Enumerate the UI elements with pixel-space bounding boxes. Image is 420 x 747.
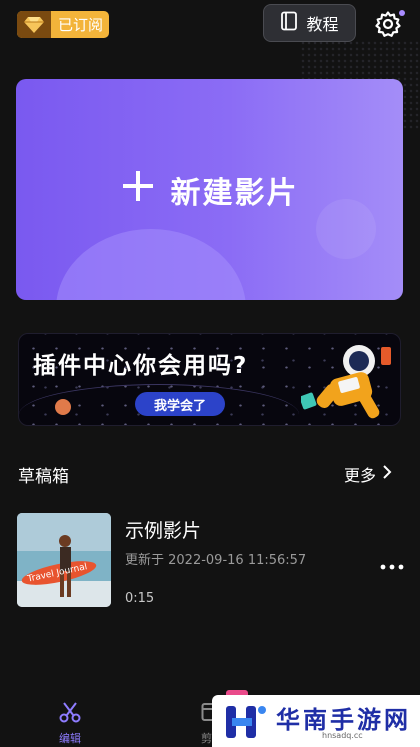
scissors-icon: [58, 702, 82, 728]
tutorial-label: 教程: [306, 15, 339, 34]
vip-badge[interactable]: 已订阅: [17, 11, 109, 38]
vip-label: 已订阅: [58, 16, 104, 34]
more-label: 更多: [344, 466, 377, 485]
tab-edit-label: 编辑: [59, 732, 81, 745]
tutorial-button[interactable]: 教程: [263, 4, 356, 42]
tab-edit[interactable]: 编辑: [48, 700, 92, 745]
draft-duration: 0:15: [125, 591, 155, 606]
planet-icon: [55, 399, 71, 415]
chevron-right-icon: [382, 464, 392, 484]
learned-button[interactable]: 我学会了: [135, 392, 225, 416]
card-decoration: [56, 229, 246, 300]
notification-dot: [399, 10, 405, 16]
diamond-icon: [17, 11, 51, 38]
draft-thumbnail: Travel Journal: [17, 513, 111, 607]
new-project-label-group: 新建影片: [121, 168, 299, 212]
site-logo-icon: [224, 702, 268, 740]
astronaut-illustration: [299, 339, 396, 425]
gear-icon[interactable]: [374, 10, 402, 38]
draft-updated-time: 更新于 2022-09-16 11:56:57: [125, 553, 307, 568]
more-drafts-link[interactable]: 更多: [344, 462, 392, 486]
draft-list-item[interactable]: Travel Journal 示例影片 更新于 2022-09-16 11:56…: [17, 513, 407, 608]
watermark: 华南手游网 hnsadq.cc: [212, 695, 420, 747]
new-project-card[interactable]: 新建影片: [16, 79, 403, 300]
draft-name: 示例影片: [125, 520, 202, 542]
plugin-center-banner[interactable]: 插件中心你会用吗? 我学会了: [18, 333, 401, 426]
banner-title: 插件中心你会用吗?: [33, 353, 249, 379]
watermark-domain: hnsadq.cc: [322, 731, 363, 740]
watermark-title: 华南手游网: [276, 706, 411, 734]
book-icon: [280, 11, 298, 35]
more-options-icon[interactable]: [379, 557, 405, 570]
new-project-label: 新建影片: [170, 175, 299, 211]
card-decoration-small: [316, 199, 376, 259]
plus-icon: [121, 169, 155, 210]
drafts-title: 草稿箱: [18, 467, 69, 487]
